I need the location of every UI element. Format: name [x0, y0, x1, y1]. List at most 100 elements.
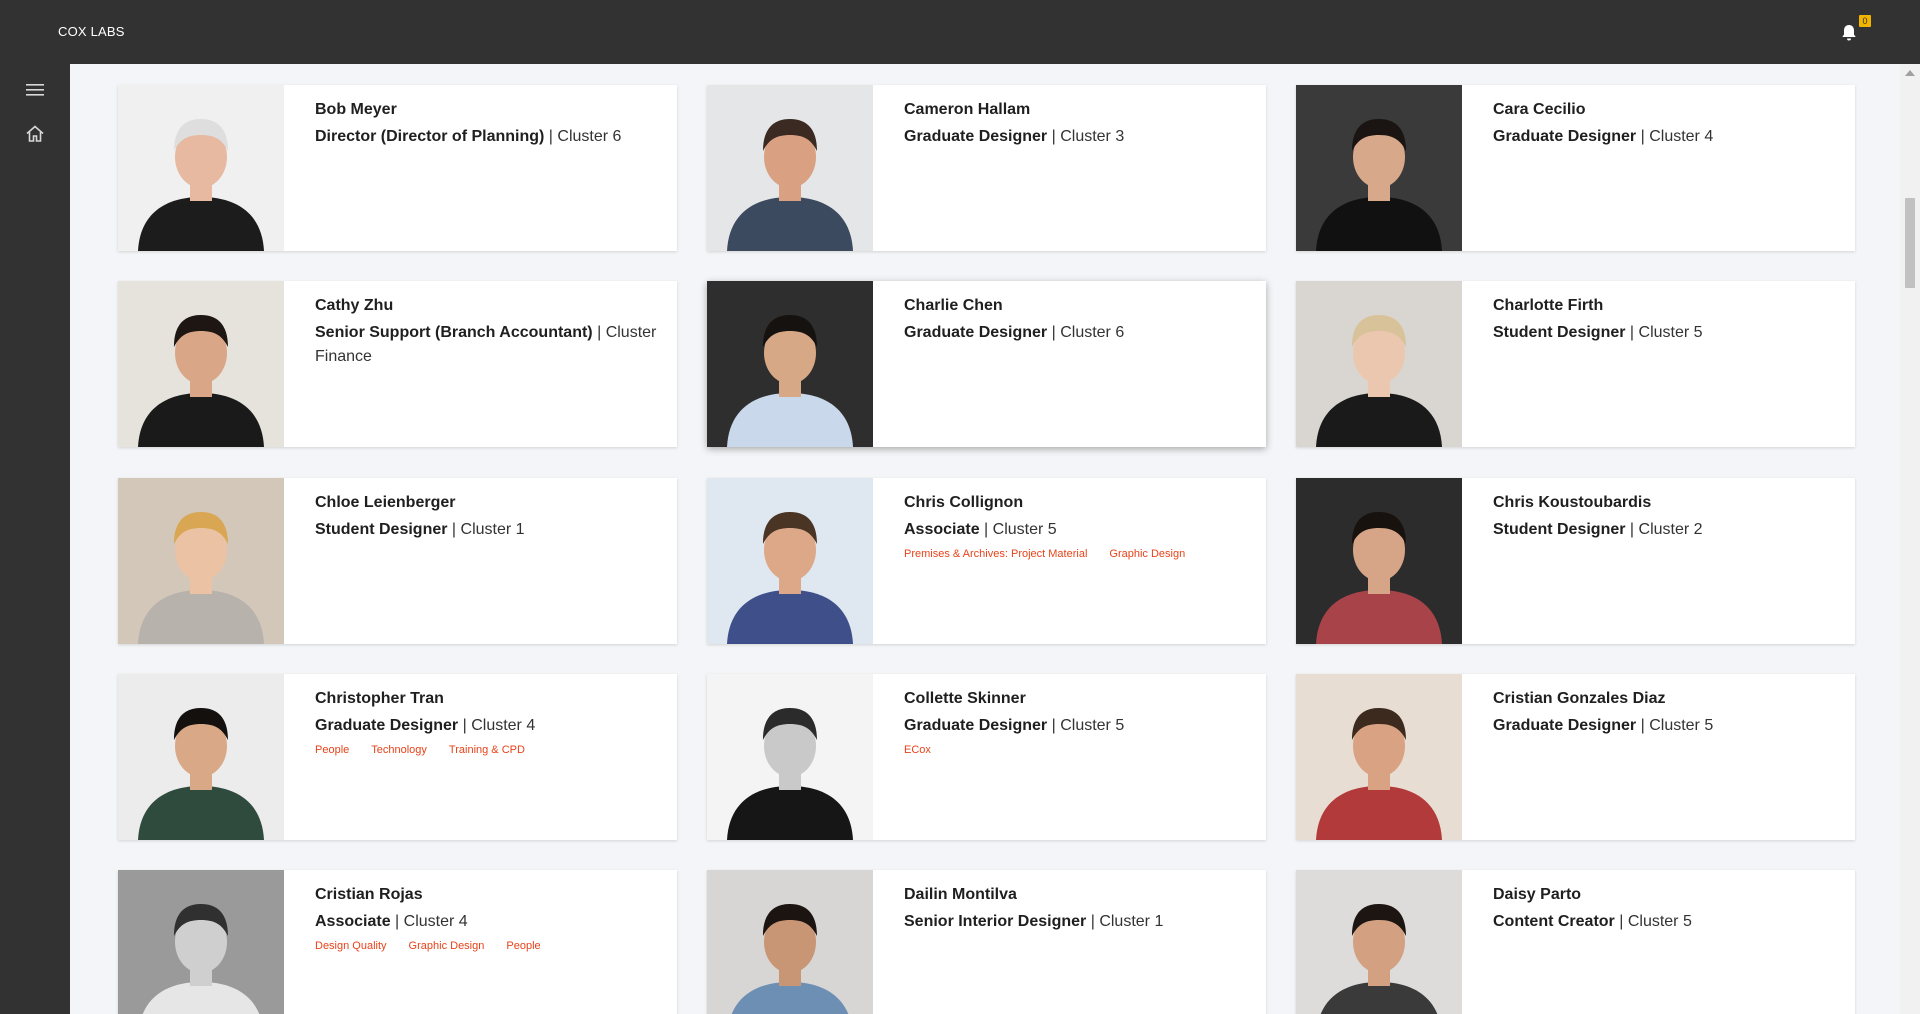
separator: |	[1614, 913, 1628, 930]
person-name[interactable]: Cara Cecilio	[1493, 99, 1838, 121]
people-directory: Bob Meyer Director (Director of Planning)…	[70, 64, 1900, 1014]
person-photo[interactable]	[118, 870, 284, 1014]
person-job-title: Senior Support (Branch Accountant)	[315, 324, 593, 341]
person-photo[interactable]	[118, 478, 284, 644]
person-card[interactable]: Cathy Zhu Senior Support (Branch Accounta…	[118, 281, 677, 447]
person-card[interactable]: Cameron Hallam Graduate Designer | Cluste…	[707, 85, 1266, 251]
scrollbar-thumb[interactable]	[1905, 198, 1915, 288]
person-photo[interactable]	[707, 478, 873, 644]
menu-hamburger-icon[interactable]	[23, 78, 47, 102]
tag-link[interactable]: Graphic Design	[409, 937, 485, 955]
person-cluster: Cluster 5	[992, 521, 1057, 538]
person-role: Graduate Designer | Cluster 5	[904, 714, 1249, 738]
person-card[interactable]: Collette Skinner Graduate Designer | Clus…	[707, 674, 1266, 840]
separator: |	[1047, 717, 1061, 734]
person-info: Bob Meyer Director (Director of Planning)…	[315, 99, 660, 149]
notifications-bell-icon[interactable]	[1838, 22, 1860, 44]
person-card[interactable]: Cristian Gonzales Diaz Graduate Designer …	[1296, 674, 1855, 840]
person-card[interactable]: Chris Koustoubardis Student Designer | Cl…	[1296, 478, 1855, 644]
separator: |	[1636, 717, 1650, 734]
person-photo[interactable]	[1296, 674, 1462, 840]
person-cluster: Cluster 1	[1099, 913, 1164, 930]
person-role: Content Creator | Cluster 5	[1493, 910, 1838, 934]
person-role: Senior Interior Designer | Cluster 1	[904, 910, 1249, 934]
person-name[interactable]: Charlotte Firth	[1493, 295, 1838, 317]
tag-link[interactable]: Premises & Archives: Project Material	[904, 545, 1087, 563]
person-card[interactable]: Chloe Leienberger Student Designer | Clus…	[118, 478, 677, 644]
person-photo[interactable]	[707, 870, 873, 1014]
tag-link[interactable]: Technology	[371, 741, 427, 759]
person-cluster: Cluster 2	[1638, 521, 1703, 538]
tag-link[interactable]: People	[506, 937, 540, 955]
tag-link[interactable]: People	[315, 741, 349, 759]
person-photo[interactable]	[1296, 478, 1462, 644]
person-card[interactable]: Daisy Parto Content Creator | Cluster 5	[1296, 870, 1855, 1014]
person-job-title: Student Designer	[1493, 521, 1626, 538]
person-name[interactable]: Christopher Tran	[315, 688, 660, 710]
person-photo[interactable]	[118, 85, 284, 251]
person-photo[interactable]	[707, 85, 873, 251]
person-job-title: Senior Interior Designer	[904, 913, 1087, 930]
person-photo[interactable]	[118, 281, 284, 447]
person-name[interactable]: Chloe Leienberger	[315, 492, 660, 514]
person-photo[interactable]	[707, 281, 873, 447]
person-card[interactable]: Charlie Chen Graduate Designer | Cluster …	[707, 281, 1266, 447]
person-info: Chris Koustoubardis Student Designer | Cl…	[1493, 492, 1838, 542]
person-card[interactable]: Charlotte Firth Student Designer | Cluste…	[1296, 281, 1855, 447]
tag-link[interactable]: Training & CPD	[449, 741, 525, 759]
person-name[interactable]: Chris Koustoubardis	[1493, 492, 1838, 514]
person-job-title: Content Creator	[1493, 913, 1615, 930]
tag-link[interactable]: ECox	[904, 741, 931, 759]
person-role: Graduate Designer | Cluster 5	[1493, 714, 1838, 738]
separator: |	[1625, 521, 1639, 538]
person-job-title: Graduate Designer	[1493, 128, 1637, 145]
separator: |	[592, 324, 606, 341]
person-photo[interactable]	[707, 674, 873, 840]
separator: |	[390, 913, 404, 930]
tag-link[interactable]: Design Quality	[315, 937, 387, 955]
person-cluster: Cluster 3	[1060, 128, 1125, 145]
person-card[interactable]: Bob Meyer Director (Director of Planning)…	[118, 85, 677, 251]
person-cluster: Cluster 5	[1060, 717, 1125, 734]
person-name[interactable]: Daisy Parto	[1493, 884, 1838, 906]
person-info: Cristian Gonzales Diaz Graduate Designer …	[1493, 688, 1838, 738]
person-info: Dailin Montilva Senior Interior Designer …	[904, 884, 1249, 934]
person-card[interactable]: Dailin Montilva Senior Interior Designer …	[707, 870, 1266, 1014]
person-name[interactable]: Charlie Chen	[904, 295, 1249, 317]
person-cluster: Cluster 5	[1649, 717, 1714, 734]
home-icon[interactable]	[23, 122, 47, 146]
person-info: Cameron Hallam Graduate Designer | Cluste…	[904, 99, 1249, 149]
scroll-up-arrow-icon[interactable]	[1905, 70, 1915, 76]
brand-logo[interactable]: COX LABS	[58, 24, 125, 39]
person-role: Senior Support (Branch Accountant) | Clu…	[315, 321, 660, 369]
scrollbar[interactable]	[1900, 64, 1920, 1014]
separator: |	[1636, 128, 1650, 145]
person-cluster: Cluster 5	[1627, 913, 1692, 930]
person-card[interactable]: Christopher Tran Graduate Designer | Clus…	[118, 674, 677, 840]
person-name[interactable]: Cameron Hallam	[904, 99, 1249, 121]
person-info: Christopher Tran Graduate Designer | Clus…	[315, 688, 660, 759]
person-photo[interactable]	[1296, 281, 1462, 447]
person-photo[interactable]	[1296, 870, 1462, 1014]
person-role: Graduate Designer | Cluster 6	[904, 321, 1249, 345]
person-name[interactable]: Cristian Gonzales Diaz	[1493, 688, 1838, 710]
person-name[interactable]: Dailin Montilva	[904, 884, 1249, 906]
person-card[interactable]: Cara Cecilio Graduate Designer | Cluster …	[1296, 85, 1855, 251]
person-name[interactable]: Bob Meyer	[315, 99, 660, 121]
separator: |	[1047, 128, 1061, 145]
person-name[interactable]: Chris Collignon	[904, 492, 1249, 514]
person-name[interactable]: Cathy Zhu	[315, 295, 660, 317]
person-name[interactable]: Cristian Rojas	[315, 884, 660, 906]
person-photo[interactable]	[1296, 85, 1462, 251]
person-job-title: Graduate Designer	[904, 128, 1048, 145]
person-tags: Premises & Archives: Project Material Gra…	[904, 544, 1224, 563]
person-photo[interactable]	[118, 674, 284, 840]
person-card[interactable]: Chris Collignon Associate | Cluster 5 Prem…	[707, 478, 1266, 644]
person-card[interactable]: Cristian Rojas Associate | Cluster 4 Desig…	[118, 870, 677, 1014]
person-name[interactable]: Collette Skinner	[904, 688, 1249, 710]
person-cluster: Cluster 6	[557, 128, 622, 145]
person-job-title: Director (Director of Planning)	[315, 128, 545, 145]
tag-link[interactable]: Graphic Design	[1109, 545, 1185, 563]
person-role: Associate | Cluster 4	[315, 910, 660, 934]
person-job-title: Student Designer	[315, 521, 448, 538]
